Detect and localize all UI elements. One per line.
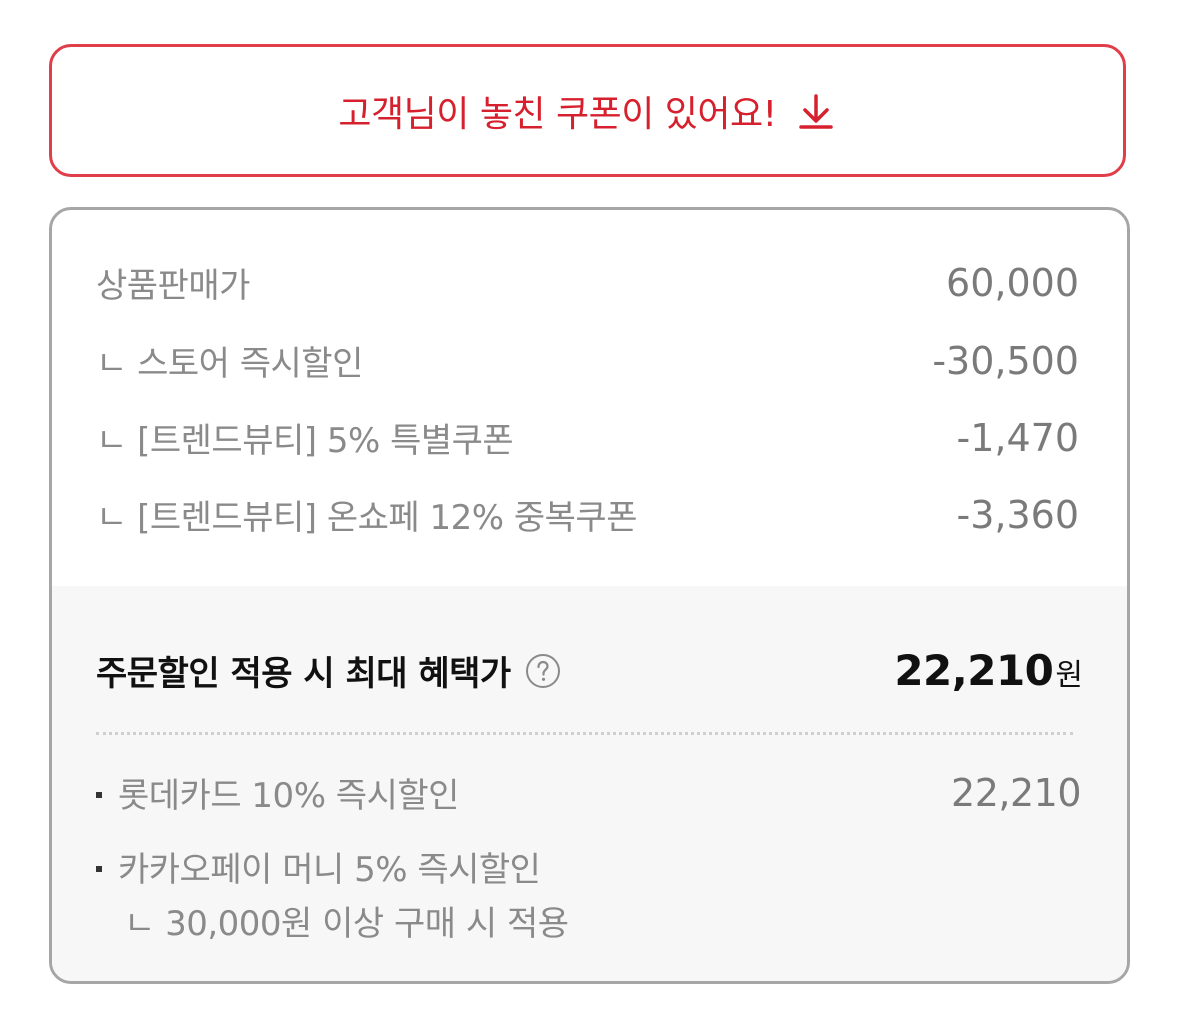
price-row-label: 상품판매가: [96, 266, 250, 306]
payment-benefit-kakaopay: 카카오페이 머니 5% 즉시할인: [96, 842, 1081, 891]
payment-benefit-label: 롯데카드 10% 즉시할인: [118, 776, 459, 816]
payment-benefit-condition-note: ㄴ 30,000원 이상 구매 시 적용: [124, 904, 569, 944]
payment-benefit-label-group: 카카오페이 머니 5% 즉시할인: [96, 842, 541, 891]
bullet-icon: [96, 865, 102, 872]
max-benefit-row: 주문할인 적용 시 최대 혜택가 22,210 원: [96, 646, 1083, 695]
price-row-label: ㄴ 스토어 즉시할인: [96, 344, 363, 384]
price-row-amount: -30,500: [932, 338, 1079, 383]
payment-benefit-label-group: 롯데카드 10% 즉시할인: [96, 768, 459, 817]
max-benefit-unit: 원: [1055, 658, 1083, 693]
max-benefit-value: 22,210 원: [894, 646, 1083, 695]
price-row-amount: -1,470: [956, 415, 1080, 460]
max-benefit-label: 주문할인 적용 시 최대 혜택가: [96, 654, 511, 694]
max-benefit-amount: 22,210: [894, 646, 1054, 695]
price-row-store-discount: ㄴ 스토어 즉시할인 -30,500: [96, 336, 1079, 385]
payment-benefit-amount: 22,210: [951, 770, 1081, 815]
price-row-amount: -3,360: [956, 492, 1080, 537]
max-benefit-label-group: 주문할인 적용 시 최대 혜택가: [96, 646, 561, 695]
price-row-list-price: 상품판매가 60,000: [96, 258, 1079, 307]
max-benefit-section: 주문할인 적용 시 최대 혜택가 22,210 원 롯데카드 10% 즉시할인: [52, 586, 1127, 981]
price-row-label: ㄴ [트렌드뷰티] 5% 특별쿠폰: [96, 421, 514, 461]
question-circle-icon[interactable]: [525, 653, 561, 689]
download-arrow-icon: [795, 90, 837, 132]
price-row-special-coupon: ㄴ [트렌드뷰티] 5% 특별쿠폰 -1,470: [96, 413, 1079, 462]
price-row-duplicate-coupon: ㄴ [트렌드뷰티] 온쇼페 12% 중복쿠폰 -3,360: [96, 490, 1079, 539]
missed-coupon-text: 고객님이 놓친 쿠폰이 있어요!: [338, 93, 777, 135]
missed-coupon-banner[interactable]: 고객님이 놓친 쿠폰이 있어요!: [49, 44, 1126, 177]
price-row-label: ㄴ [트렌드뷰티] 온쇼페 12% 중복쿠폰: [96, 498, 637, 538]
payment-benefit-label: 카카오페이 머니 5% 즉시할인: [118, 850, 541, 890]
price-summary-card: 상품판매가 60,000 ㄴ 스토어 즉시할인 -30,500 ㄴ [트렌드뷰티…: [49, 207, 1130, 984]
dotted-divider: [96, 732, 1073, 735]
price-row-amount: 60,000: [946, 260, 1079, 305]
payment-benefit-lotte-card: 롯데카드 10% 즉시할인 22,210: [96, 768, 1081, 817]
bullet-icon: [96, 791, 102, 798]
